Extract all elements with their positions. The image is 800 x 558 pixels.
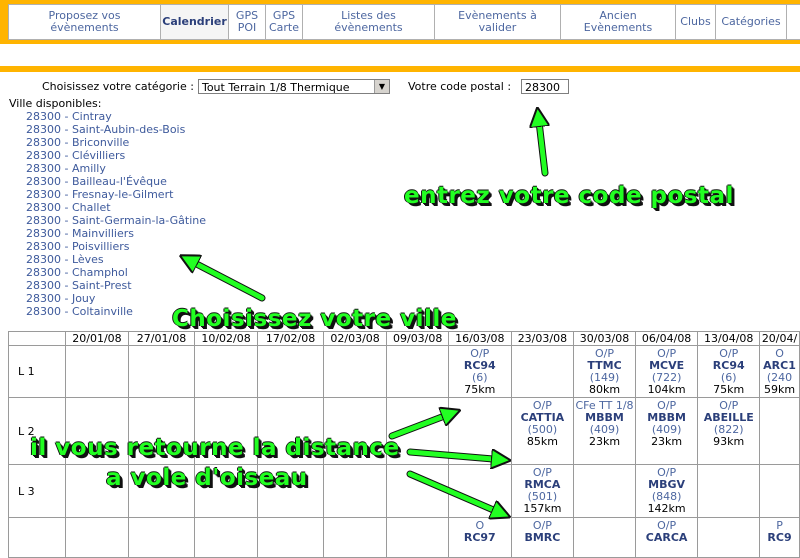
annotation-ville: Choisissez votre ville [172,306,457,332]
annotation-distance-line1: il vous retourne la distance [30,435,400,461]
annotation-distance-line2: a vole d'oiseau [106,465,308,491]
annotation-postal: entrez votre code postal [404,183,734,209]
